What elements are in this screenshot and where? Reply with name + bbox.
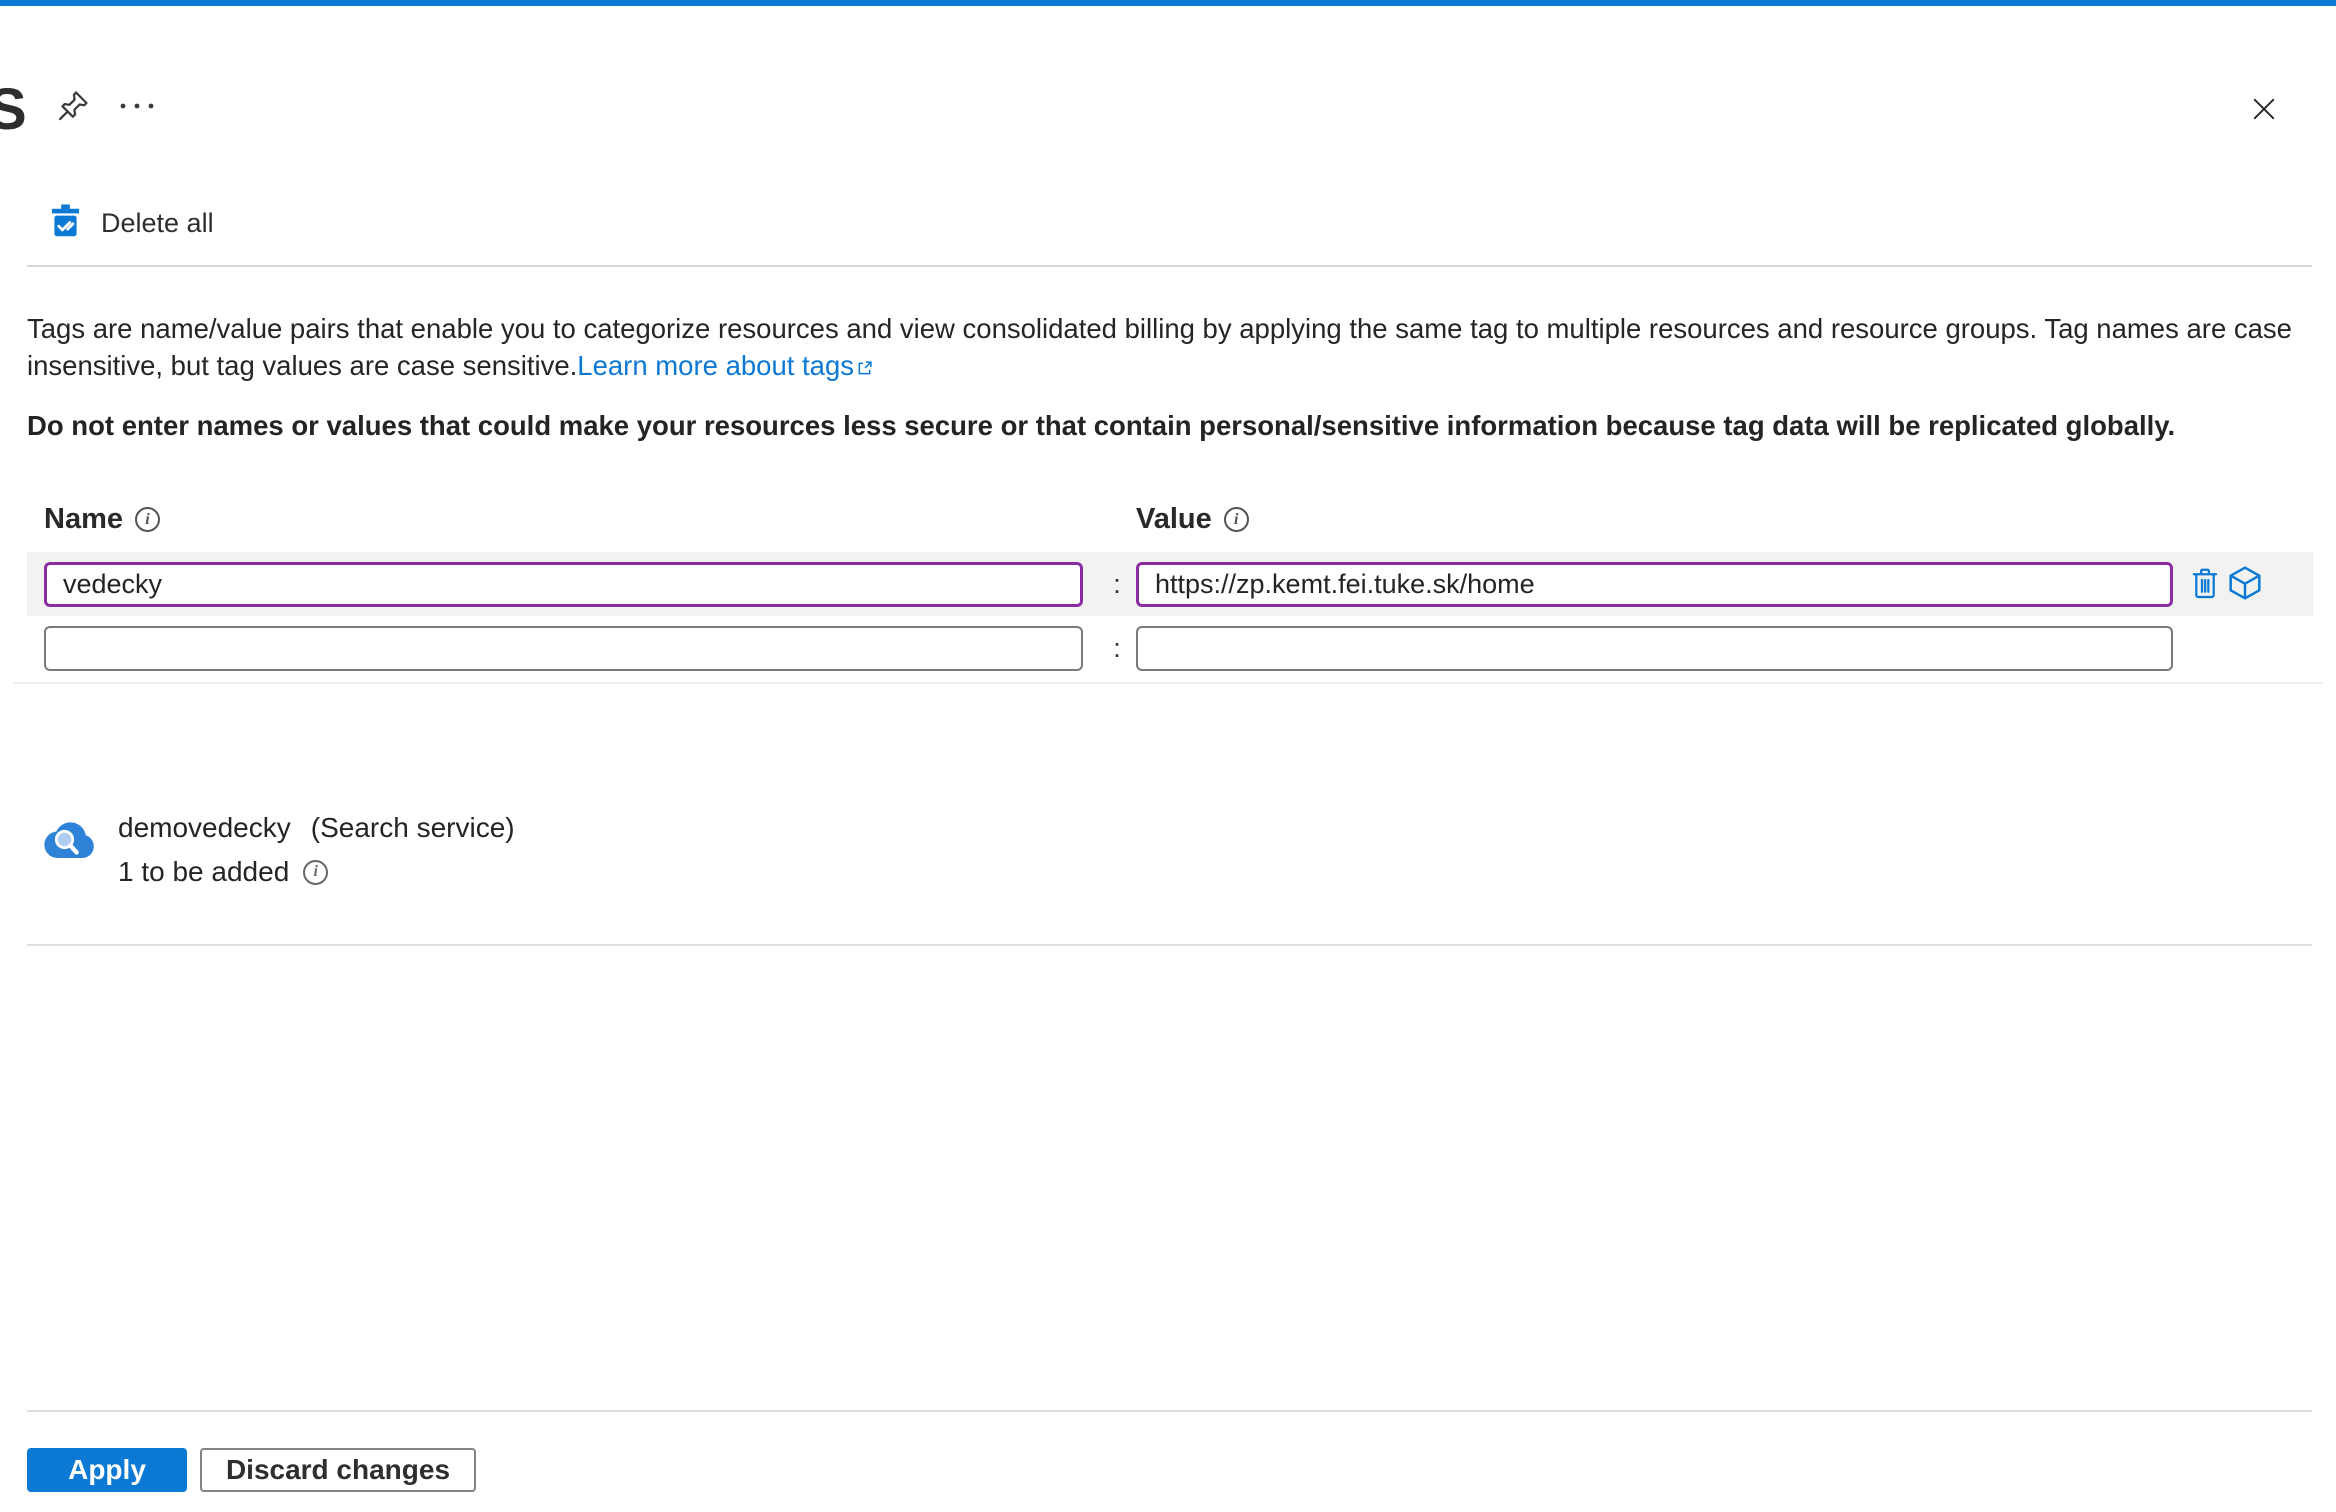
trash-icon	[2187, 565, 2223, 604]
resource-status: 1 to be added	[118, 856, 290, 887]
status-info-icon[interactable]: i	[303, 859, 329, 885]
tag-row-empty: :	[27, 616, 2313, 682]
resource-name: demovedecky	[118, 812, 291, 843]
footer-actions: Apply Discard changes	[27, 1448, 476, 1492]
tag-name-input[interactable]	[44, 562, 1083, 607]
tags-blade: S Delete all Tags are name/value pairs t…	[0, 0, 2336, 1512]
delete-all-label: Delete all	[101, 207, 214, 238]
tag-value-input[interactable]	[1136, 562, 2173, 607]
discard-changes-button[interactable]: Discard changes	[200, 1448, 476, 1492]
tags-description-text: Tags are name/value pairs that enable yo…	[27, 313, 2292, 381]
learn-more-link[interactable]: Learn more about tags	[577, 350, 854, 381]
toolbar-divider	[27, 265, 2312, 267]
resource-cube-button[interactable]	[2225, 564, 2265, 604]
rows-divider	[14, 682, 2322, 684]
close-button[interactable]	[2243, 89, 2285, 131]
resource-divider	[27, 944, 2312, 946]
blade-title-partial: S	[0, 77, 27, 142]
new-tag-name-input[interactable]	[44, 626, 1083, 671]
pin-button[interactable]	[52, 86, 94, 128]
apply-button[interactable]: Apply	[27, 1448, 187, 1492]
name-column-header: Name i	[44, 503, 160, 536]
cube-icon	[2225, 563, 2265, 606]
pin-icon	[55, 88, 91, 127]
value-info-icon[interactable]: i	[1223, 507, 1249, 532]
name-header-label: Name	[44, 503, 123, 535]
tag-separator: :	[1113, 632, 1121, 663]
delete-all-icon	[47, 202, 84, 244]
value-header-label: Value	[1136, 503, 1212, 535]
name-info-icon[interactable]: i	[135, 507, 160, 532]
azure-top-stripe	[0, 0, 2336, 6]
more-menu-button[interactable]	[114, 86, 160, 128]
tags-warning-text: Do not enter names or values that could …	[27, 410, 2176, 441]
resource-summary: demovedecky (Search service) 1 to be add…	[40, 812, 515, 888]
new-tag-value-input[interactable]	[1136, 626, 2173, 671]
ellipsis-icon	[117, 100, 157, 115]
delete-tag-button[interactable]	[2185, 564, 2225, 604]
resource-type: (Search service)	[310, 812, 515, 843]
value-column-header: Value i	[1136, 503, 1249, 536]
delete-all-button[interactable]: Delete all	[47, 202, 214, 244]
search-service-icon	[40, 818, 96, 862]
tag-separator: :	[1113, 568, 1121, 599]
footer-divider	[27, 1410, 2312, 1412]
close-icon	[2247, 92, 2281, 129]
external-link-icon	[856, 349, 874, 386]
tag-row: :	[27, 552, 2313, 616]
tags-description: Tags are name/value pairs that enable yo…	[27, 310, 2319, 386]
